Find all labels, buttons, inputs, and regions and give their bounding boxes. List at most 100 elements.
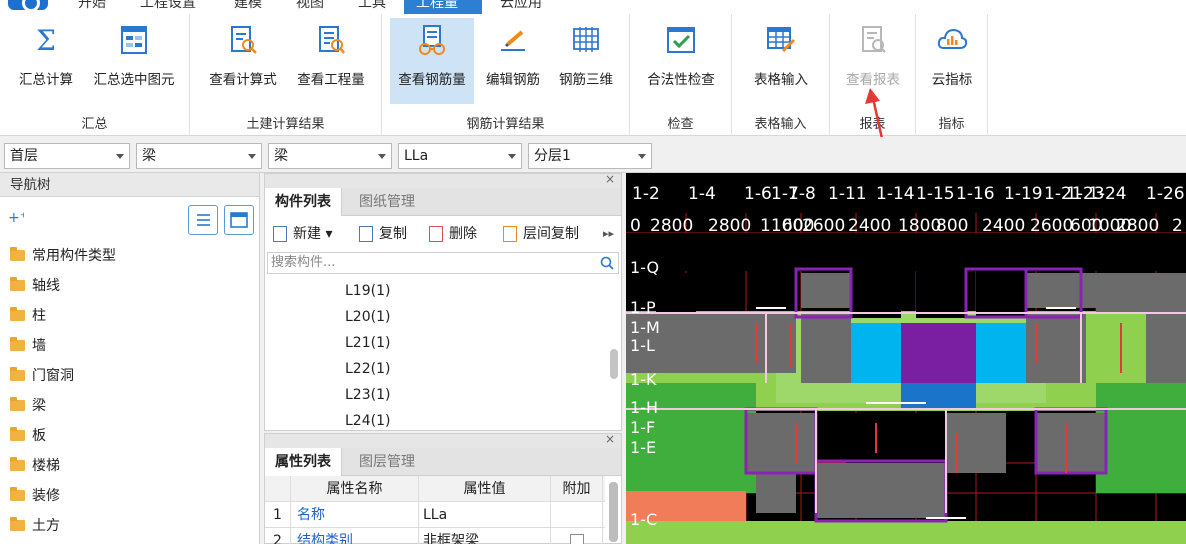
rebar-3d-icon — [573, 27, 599, 52]
view-rebar-button[interactable]: 查看钢筋量 — [390, 18, 474, 104]
chevron-down-icon — [638, 154, 646, 159]
nav-item-openings[interactable]: 门窗洞 — [10, 364, 74, 388]
table-row[interactable]: 2 结构类别 非框架梁 — [265, 528, 605, 544]
axis-label: 1-16 — [956, 184, 995, 204]
svg-text:+⁺: +⁺ — [8, 210, 24, 225]
summary-selected-button[interactable]: 汇总选中图元 — [86, 18, 182, 104]
dimension-label: 2600 — [1030, 216, 1073, 236]
tab-property-list[interactable]: 属性列表 — [265, 448, 342, 476]
new-component-button[interactable]: 新建 ▾ — [271, 223, 332, 245]
nav-item-column[interactable]: 柱 — [10, 304, 46, 328]
floor-plan-drawing: 1-2 1-4 1-6 1-71-8 1-11 1-14 1-15 1-16 1-19 1-211… — [626, 184, 1186, 544]
tab-drawing-management[interactable]: 图纸管理 — [349, 188, 425, 216]
component-list-panel: × 构件列表 图纸管理 新建 ▾ 复制 删除 层间复制 ▸▸ 搜索构件... L… — [264, 172, 622, 431]
component-item[interactable]: L21(1) — [345, 330, 390, 356]
table-row[interactable]: 1 名称 LLa — [265, 502, 605, 528]
add-icon[interactable]: +⁺ — [8, 209, 24, 225]
menu-tab-cloud-apps[interactable]: 云应用 — [488, 0, 554, 14]
dimension-label: 2800 — [1116, 216, 1159, 236]
more-tools-icon[interactable]: ▸▸ — [591, 223, 614, 245]
rebar-3d-button[interactable]: 钢筋三维 — [550, 18, 622, 104]
row-axis-label: 1-P — [630, 298, 656, 317]
menu-tab-view[interactable]: 视图 — [284, 0, 336, 14]
nav-item-finishes[interactable]: 装修 — [10, 484, 60, 508]
nav-item-common-types[interactable]: 常用构件类型 — [10, 244, 116, 268]
component-item[interactable]: L20(1) — [345, 304, 390, 330]
folder-icon — [10, 487, 25, 501]
close-icon[interactable]: × — [605, 432, 615, 446]
folder-icon — [10, 427, 25, 441]
category-select[interactable]: 梁 — [136, 143, 262, 169]
property-value-input[interactable]: 非框架梁 — [419, 528, 551, 544]
search-icon[interactable] — [600, 256, 614, 270]
ribbon-group-label: 指标 — [938, 117, 965, 132]
edit-rebar-button[interactable]: 编辑钢筋 — [478, 18, 548, 104]
row-axis-label: 1-C — [630, 510, 657, 529]
dimension-label: 2 — [1172, 216, 1183, 236]
table-input-button[interactable]: 表格输入 — [740, 18, 822, 104]
column-header: 属性值 — [419, 476, 551, 502]
component-item[interactable]: L22(1) — [345, 356, 390, 382]
dimension-label: 800 — [936, 216, 968, 236]
menu-tab-quantities[interactable]: 工程量 — [404, 0, 482, 14]
tab-component-list[interactable]: 构件列表 — [265, 188, 342, 216]
dimension-label: 2800 — [650, 216, 693, 236]
nav-item-stairs[interactable]: 楼梯 — [10, 454, 60, 478]
ribbon-group-check: 合法性检查 检查 — [630, 14, 732, 136]
ribbon-group-label: 表格输入 — [754, 117, 807, 132]
ribbon-group-table-input: 表格输入 表格输入 — [732, 14, 830, 136]
nav-item-earthwork[interactable]: 土方 — [10, 514, 60, 538]
app-logo-icon[interactable] — [8, 0, 48, 12]
sublayer-select[interactable]: 分层1 — [528, 143, 652, 169]
axis-label: 1-6 — [744, 184, 772, 204]
properties-panel: × 属性列表 图层管理 属性名称 属性值 附加 1 名称 LLa 2 结构类别 … — [264, 432, 622, 544]
close-icon[interactable]: × — [605, 172, 615, 186]
menu-tab-modeling[interactable]: 建模 — [222, 0, 274, 14]
component-item[interactable]: L23(1) — [345, 382, 390, 408]
properties-scrollbar[interactable] — [609, 482, 618, 542]
component-item[interactable]: L19(1) — [345, 278, 390, 304]
table-input-icon — [767, 27, 796, 53]
list-view-icon[interactable] — [188, 205, 218, 235]
nav-item-wall[interactable]: 墙 — [10, 334, 46, 358]
legality-check-button[interactable]: 合法性检查 — [638, 18, 724, 104]
menu-tab-tools[interactable]: 工具 — [346, 0, 398, 14]
edit-rebar-icon — [501, 30, 525, 51]
component-item[interactable]: L24(1) — [345, 408, 390, 430]
nav-item-beam[interactable]: 梁 — [10, 394, 46, 418]
row-axis-label: 1-F — [630, 418, 655, 437]
ribbon-group-label: 钢筋计算结果 — [466, 117, 545, 132]
copy-button[interactable]: 复制 — [357, 223, 407, 245]
view-formula-button[interactable]: 查看计算式 — [202, 18, 284, 104]
nav-item-axis[interactable]: 轴线 — [10, 274, 60, 298]
row-axis-label: 1-M — [630, 318, 660, 337]
cloud-index-button[interactable]: 云指标 — [922, 18, 982, 104]
view-quantity-button[interactable]: 查看工程量 — [290, 18, 372, 104]
axis-label: 1-8 — [788, 184, 816, 204]
nav-item-slab[interactable]: 板 — [10, 424, 46, 448]
folder-icon — [10, 457, 25, 471]
component-list-scrollbar[interactable] — [610, 349, 618, 379]
navigation-tree-panel: 导航树 +⁺ 常用构件类型 轴线 柱 墙 门窗洞 梁 板 楼梯 装修 土方 — [0, 173, 260, 544]
menu-tab-start[interactable]: 开始 — [66, 0, 118, 14]
menu-tab-project-settings[interactable]: 工程设置 — [128, 0, 208, 14]
summary-calculate-button[interactable]: Σ 汇总计算 — [8, 18, 84, 104]
delete-button[interactable]: 删除 — [427, 223, 477, 245]
drawing-canvas[interactable]: 1-2 1-4 1-6 1-7 1-8 1-11 1-14 1-15 1-16 1-19 1-21 1… — [626, 173, 1186, 544]
card-view-icon[interactable] — [224, 205, 254, 235]
dimension-label: 2600 — [802, 216, 845, 236]
row-axis-label: 1-E — [630, 438, 656, 457]
component-search-input[interactable]: 搜索构件... — [267, 252, 619, 274]
chevron-down-icon — [248, 154, 256, 159]
property-value-input[interactable]: LLa — [419, 502, 551, 528]
type-select[interactable]: 梁 — [268, 143, 392, 169]
svg-text:Σ: Σ — [36, 24, 56, 56]
component-select[interactable]: LLa — [398, 143, 522, 169]
floor-copy-button[interactable]: 层间复制 — [501, 223, 579, 245]
ribbon-group-label: 土建计算结果 — [246, 117, 325, 132]
floor-select[interactable]: 首层 — [4, 143, 130, 169]
attach-checkbox[interactable] — [569, 534, 584, 544]
axis-label: 1-14 — [876, 184, 915, 204]
dimension-labels: 0 2800 2800 11006002600 2400 1800800 2400 26006… — [630, 216, 1183, 236]
tab-layer-management[interactable]: 图层管理 — [349, 448, 425, 476]
